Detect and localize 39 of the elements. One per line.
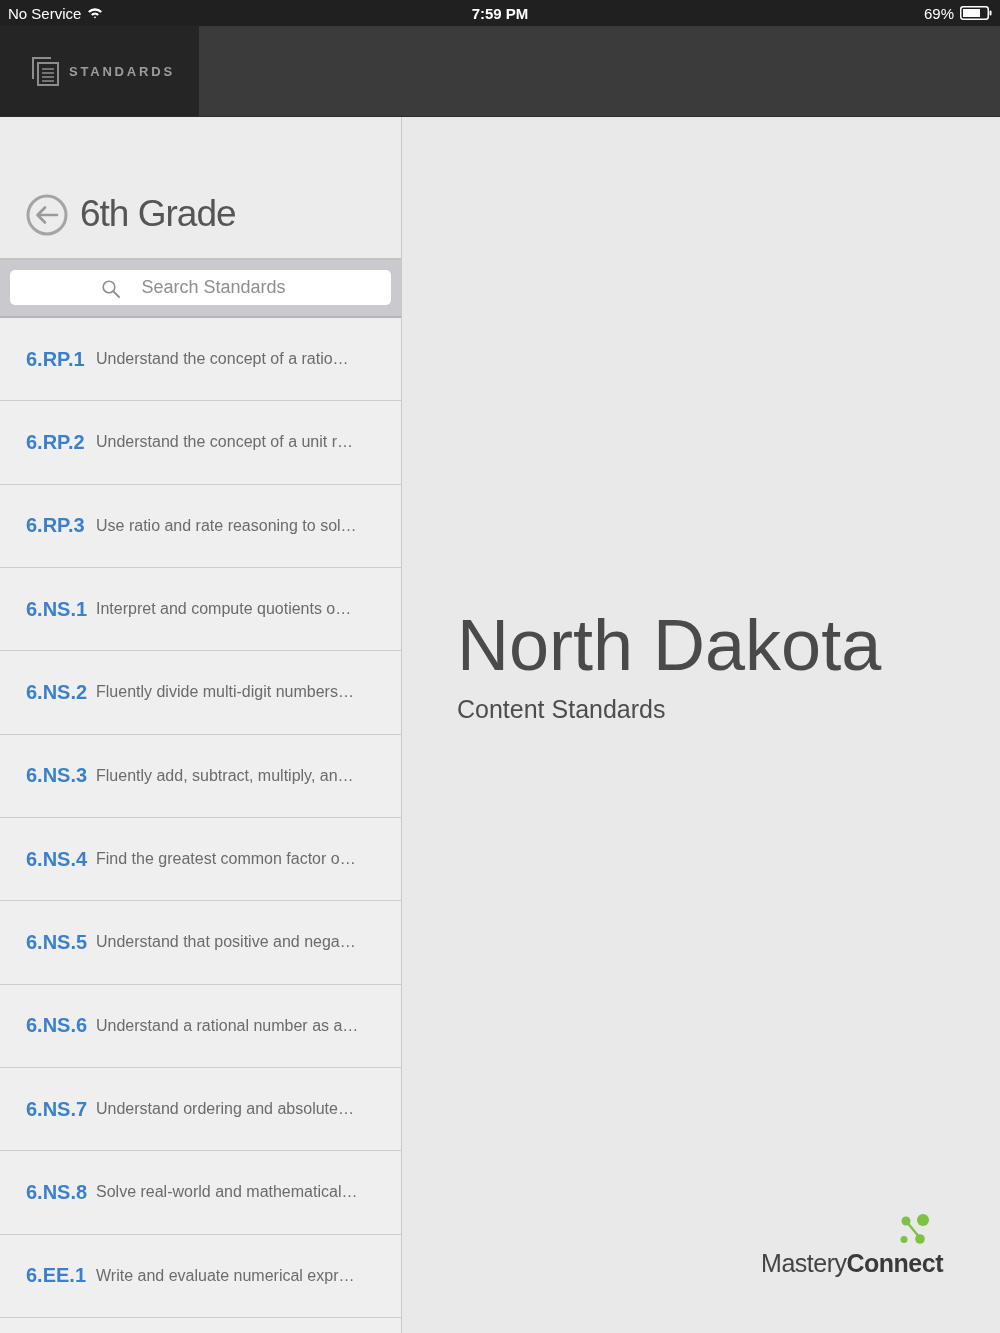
standard-description: Fluently add, subtract, multiply, an…: [96, 766, 354, 785]
standard-code: 6.RP.3: [26, 514, 86, 538]
standard-description: Solve real-world and mathematical…: [96, 1183, 358, 1202]
standard-description: Understand the concept of a ratio…: [96, 350, 349, 369]
connected-dots-icon: [897, 1214, 931, 1245]
standard-code: 6.NS.8: [26, 1180, 89, 1204]
carrier-text: No Service: [8, 4, 82, 22]
standard-code: 6.RP.2: [26, 431, 86, 454]
standard-code: 6.NS.6: [26, 1014, 89, 1038]
standard-description: Understand a rational number as a…: [96, 1016, 359, 1035]
nav-tab[interactable]: STANDARDS: [0, 26, 199, 116]
standard-code: 6.NS.2: [26, 680, 89, 704]
documents-icon: [32, 56, 59, 86]
search-icon: [102, 280, 120, 298]
battery-percent: 69%: [923, 4, 954, 22]
standard-description: Find the greatest common factor o…: [96, 850, 356, 869]
standard-code: 6.RP.1: [26, 347, 86, 371]
standard-description: Use ratio and rate reasoning to sol…: [96, 516, 357, 535]
clock-text: 7:59 PM: [471, 4, 529, 22]
battery-icon: [960, 6, 992, 20]
back-button[interactable]: [26, 194, 68, 236]
grade-title: 6th Grade: [80, 192, 236, 236]
wifi-icon: [87, 7, 104, 19]
search-field[interactable]: Search Standards: [10, 270, 391, 305]
standard-description: Fluently divide multi-digit numbers…: [96, 683, 354, 702]
standard-code: 6.EE.1: [26, 1264, 88, 1288]
standard-code: 6.NS.1: [26, 597, 89, 621]
state-title: North Dakota: [457, 609, 882, 681]
standard-code: 6.NS.5: [26, 930, 89, 954]
standard-description: Understand ordering and absolute…: [96, 1100, 354, 1119]
standard-description: Interpret and compute quotients o…: [96, 600, 352, 619]
logo-wordmark: MasteryConnect: [761, 1249, 943, 1278]
standard-code: 6.NS.4: [26, 847, 89, 871]
standard-code: 6.NS.3: [26, 764, 89, 788]
standard-description: Understand that positive and nega…: [96, 933, 356, 952]
state-subtitle: Content Standards: [457, 694, 666, 724]
standard-description: Understand the concept of a unit r…: [96, 433, 354, 452]
standard-code: 6.NS.7: [26, 1097, 89, 1121]
standard-description: Write and evaluate numerical expr…: [96, 1266, 355, 1285]
